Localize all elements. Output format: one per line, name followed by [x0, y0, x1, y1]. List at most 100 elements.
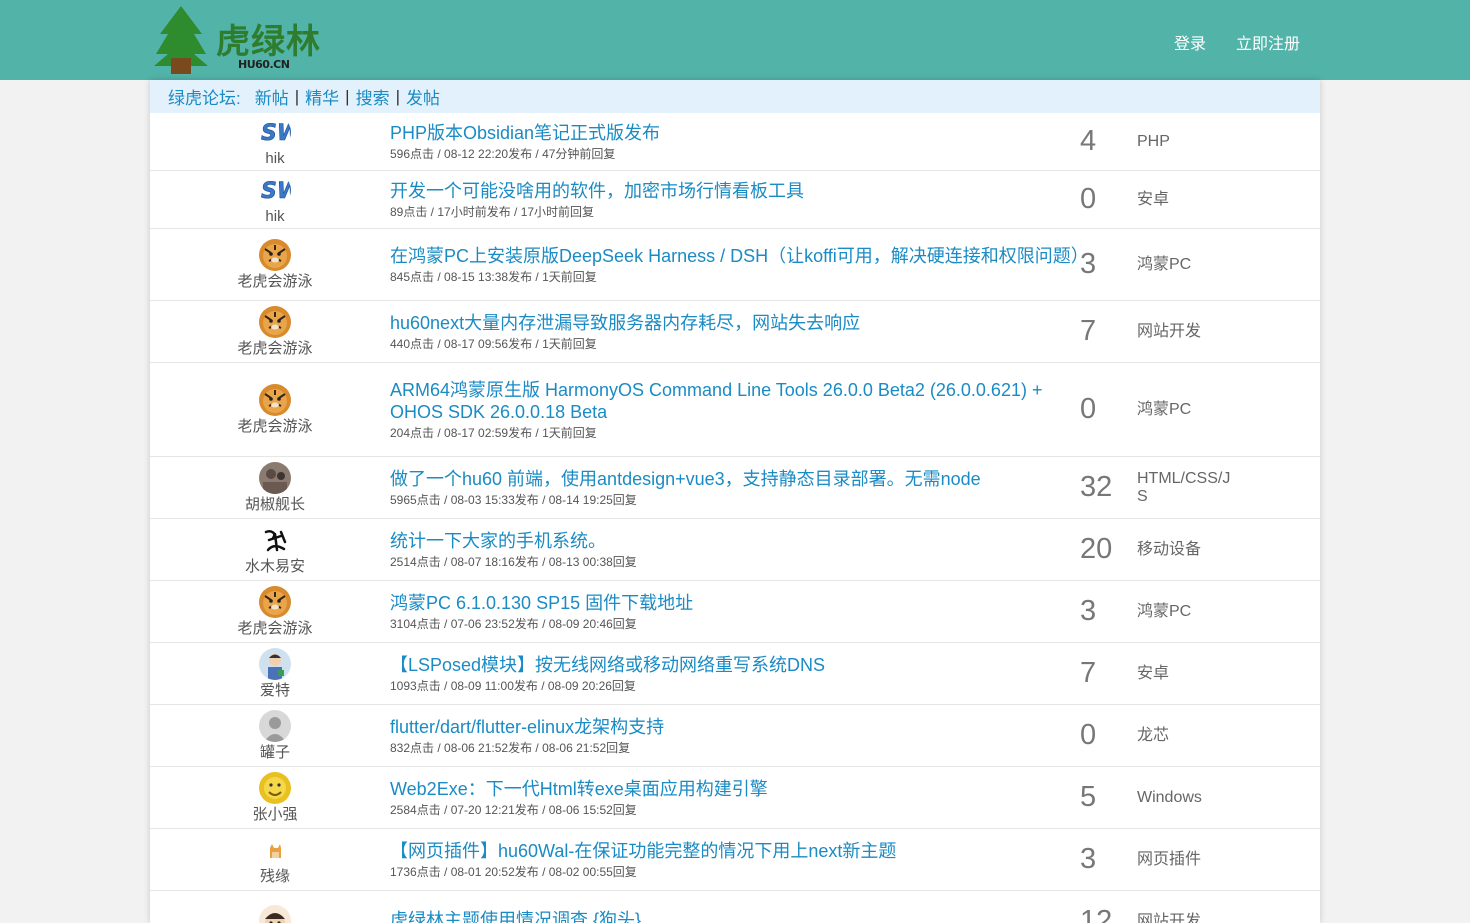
avatar[interactable] [259, 383, 291, 416]
svg-text:SW: SW [261, 121, 291, 146]
author-name[interactable]: 残缘 [260, 868, 290, 886]
topic-category-link[interactable]: Windows [1137, 767, 1237, 828]
topic-row: 老虎会游泳 hu60next大量内存泄漏导致服务器内存耗尽，网站失去响应 440点击… [150, 301, 1320, 363]
topic-meta: 89点击 / 17小时前发布 / 17小时前回复 [390, 205, 595, 219]
author-name[interactable]: 罐子 [260, 744, 290, 762]
site-header: 虎绿林 HU60.CN 登录 立即注册 [0, 0, 1470, 80]
sw-icon: SW [259, 173, 291, 206]
reply-count: 0 [1080, 393, 1097, 425]
new-posts-link[interactable]: 新帖 [255, 84, 289, 109]
topic-category-link[interactable]: 安卓 [1137, 171, 1237, 228]
topic-author [150, 891, 400, 923]
topic-info: 【LSPosed模块】按无线网络或移动网络重写系统DNS 1093点击 / 08-… [390, 643, 1080, 704]
tiger-icon [259, 305, 291, 338]
user-nav: 登录 立即注册 [1174, 30, 1300, 54]
topic-title-link[interactable]: 统计一下大家的手机系统。 [390, 530, 1080, 552]
topic-title-link[interactable]: 开发一个可能没啥用的软件，加密市场行情看板工具 [390, 180, 1080, 202]
topic-category-link[interactable]: 鸿蒙PC [1137, 229, 1237, 300]
topic-title-link[interactable]: 在鸿蒙PC上安装原版DeepSeek Harness / DSH（让koffi可… [390, 245, 1089, 267]
topic-author: 水木易安 [150, 519, 400, 580]
cartoon-icon [259, 904, 291, 923]
topic-author: 爱特 [150, 643, 400, 704]
topic-meta: 596点击 / 08-12 22:20发布 / 47分钟前回复 [390, 147, 616, 161]
topic-category-link[interactable]: 网页插件 [1137, 829, 1237, 890]
avatar[interactable]: SW [259, 115, 291, 148]
topic-author: 残缘 [150, 829, 400, 890]
tiger-icon [259, 238, 291, 271]
author-name[interactable]: 张小强 [252, 806, 297, 824]
avatar[interactable] [259, 647, 291, 680]
topic-category-link[interactable]: 鸿蒙PC [1137, 581, 1237, 642]
topic-meta: 2584点击 / 07-20 12:21发布 / 08-06 15:52回复 [390, 803, 637, 817]
person-icon [259, 647, 291, 680]
avatar[interactable] [259, 904, 291, 923]
topic-title-link[interactable]: 【网页插件】hu60Wal-在保证功能完整的情况下用上next新主题 [390, 840, 1080, 862]
author-name[interactable]: hik [265, 208, 284, 226]
avatar[interactable] [259, 238, 291, 271]
topic-title-link[interactable]: hu60next大量内存泄漏导致服务器内存耗尽，网站失去响应 [390, 312, 1080, 334]
topic-category-link[interactable]: 移动设备 [1137, 519, 1237, 580]
topic-info: flutter/dart/flutter-elinux龙架构支持 832点击 / … [390, 705, 1080, 766]
tiger-icon [259, 585, 291, 618]
topic-title-link[interactable]: Web2Exe：下一代Html转exe桌面应用构建引擎 [390, 778, 1080, 800]
author-name[interactable]: 老虎会游泳 [237, 620, 312, 638]
featured-link[interactable]: 精华 [305, 84, 339, 109]
topic-title-link[interactable]: 虎绿林主题使用情况调查 {狗头} [390, 909, 1080, 923]
topic-row: 残缘 【网页插件】hu60Wal-在保证功能完整的情况下用上next新主题 1736… [150, 829, 1320, 891]
topic-category-link[interactable]: 鸿蒙PC [1137, 363, 1237, 456]
topic-info: PHP版本Obsidian笔记正式版发布 596点击 / 08-12 22:20发… [390, 113, 1080, 170]
avatar[interactable] [259, 523, 291, 556]
topic-meta: 5965点击 / 08-03 15:33发布 / 08-14 19:25回复 [390, 493, 637, 507]
topic-category-link[interactable]: 网站开发 [1137, 301, 1237, 362]
reply-count: 20 [1080, 533, 1113, 565]
author-name[interactable]: 老虎会游泳 [237, 273, 312, 291]
avatar[interactable] [259, 833, 291, 866]
topic-meta: 1093点击 / 08-09 11:00发布 / 08-09 20:26回复 [390, 679, 636, 693]
author-name[interactable]: 爱特 [260, 682, 290, 700]
topic-info: 虎绿林主题使用情况调查 {狗头} [390, 891, 1080, 923]
topic-title-link[interactable]: PHP版本Obsidian笔记正式版发布 [390, 122, 1080, 144]
author-name[interactable]: 水木易安 [245, 558, 305, 576]
photo-icon [259, 461, 291, 494]
avatar[interactable]: SW [259, 173, 291, 206]
svg-text:SW: SW [261, 179, 291, 204]
reply-count: 3 [1080, 843, 1097, 875]
topic-list: SW hik PHP版本Obsidian笔记正式版发布 596点击 / 08-12 2… [150, 113, 1320, 923]
reply-count: 0 [1080, 183, 1097, 215]
topic-author: 老虎会游泳 [150, 301, 400, 362]
avatar[interactable] [259, 585, 291, 618]
topic-category-link[interactable]: 安卓 [1137, 643, 1237, 704]
topic-title-link[interactable]: 【LSPosed模块】按无线网络或移动网络重写系统DNS [390, 654, 1080, 676]
forum-nav: 绿虎论坛: 新帖 | 精华 | 搜索 | 发帖 [150, 80, 1320, 113]
avatar[interactable] [259, 461, 291, 494]
avatar[interactable] [259, 305, 291, 338]
site-logo[interactable]: 虎绿林 HU60.CN [154, 4, 334, 76]
topic-category-link[interactable]: PHP [1137, 113, 1237, 170]
register-link[interactable]: 立即注册 [1236, 30, 1300, 54]
author-name[interactable]: 老虎会游泳 [237, 418, 312, 436]
topic-category-link[interactable]: 龙芯 [1137, 705, 1237, 766]
topic-meta: 832点击 / 08-06 21:52发布 / 08-06 21:52回复 [390, 741, 631, 755]
tree-icon [154, 6, 208, 74]
topic-author: 张小强 [150, 767, 400, 828]
topic-title-link[interactable]: 做了一个hu60 前端，使用antdesign+vue3，支持静态目录部署。无需… [390, 468, 1080, 490]
topic-title-link[interactable]: 鸿蒙PC 6.1.0.130 SP15 固件下载地址 [390, 592, 1080, 614]
topic-category-link[interactable]: 网站开发 [1137, 891, 1237, 923]
login-link[interactable]: 登录 [1174, 30, 1206, 54]
author-name[interactable]: 胡椒舰长 [245, 496, 305, 514]
main-content: 绿虎论坛: 新帖 | 精华 | 搜索 | 发帖 SW hik PHP版本Obsidi… [150, 80, 1320, 923]
author-name[interactable]: hik [265, 150, 284, 168]
avatar[interactable] [259, 771, 291, 804]
topic-row: SW hik PHP版本Obsidian笔记正式版发布 596点击 / 08-12 2… [150, 113, 1320, 171]
topic-title-link[interactable]: ARM64鸿蒙原生版 HarmonyOS Command Line Tools … [390, 379, 1080, 423]
topic-row: 老虎会游泳 鸿蒙PC 6.1.0.130 SP15 固件下载地址 3104点击 / … [150, 581, 1320, 643]
post-link[interactable]: 发帖 [406, 84, 440, 109]
author-name[interactable]: 老虎会游泳 [237, 340, 312, 358]
topic-info: 统计一下大家的手机系统。 2514点击 / 08-07 18:16发布 / 08-… [390, 519, 1080, 580]
search-link[interactable]: 搜索 [356, 84, 390, 109]
topic-title-link[interactable]: flutter/dart/flutter-elinux龙架构支持 [390, 716, 1080, 738]
avatar[interactable] [259, 709, 291, 742]
topic-author: 罐子 [150, 705, 400, 766]
topic-category-link[interactable]: HTML/CSS/JS [1137, 457, 1237, 518]
yellow-icon [259, 771, 291, 804]
